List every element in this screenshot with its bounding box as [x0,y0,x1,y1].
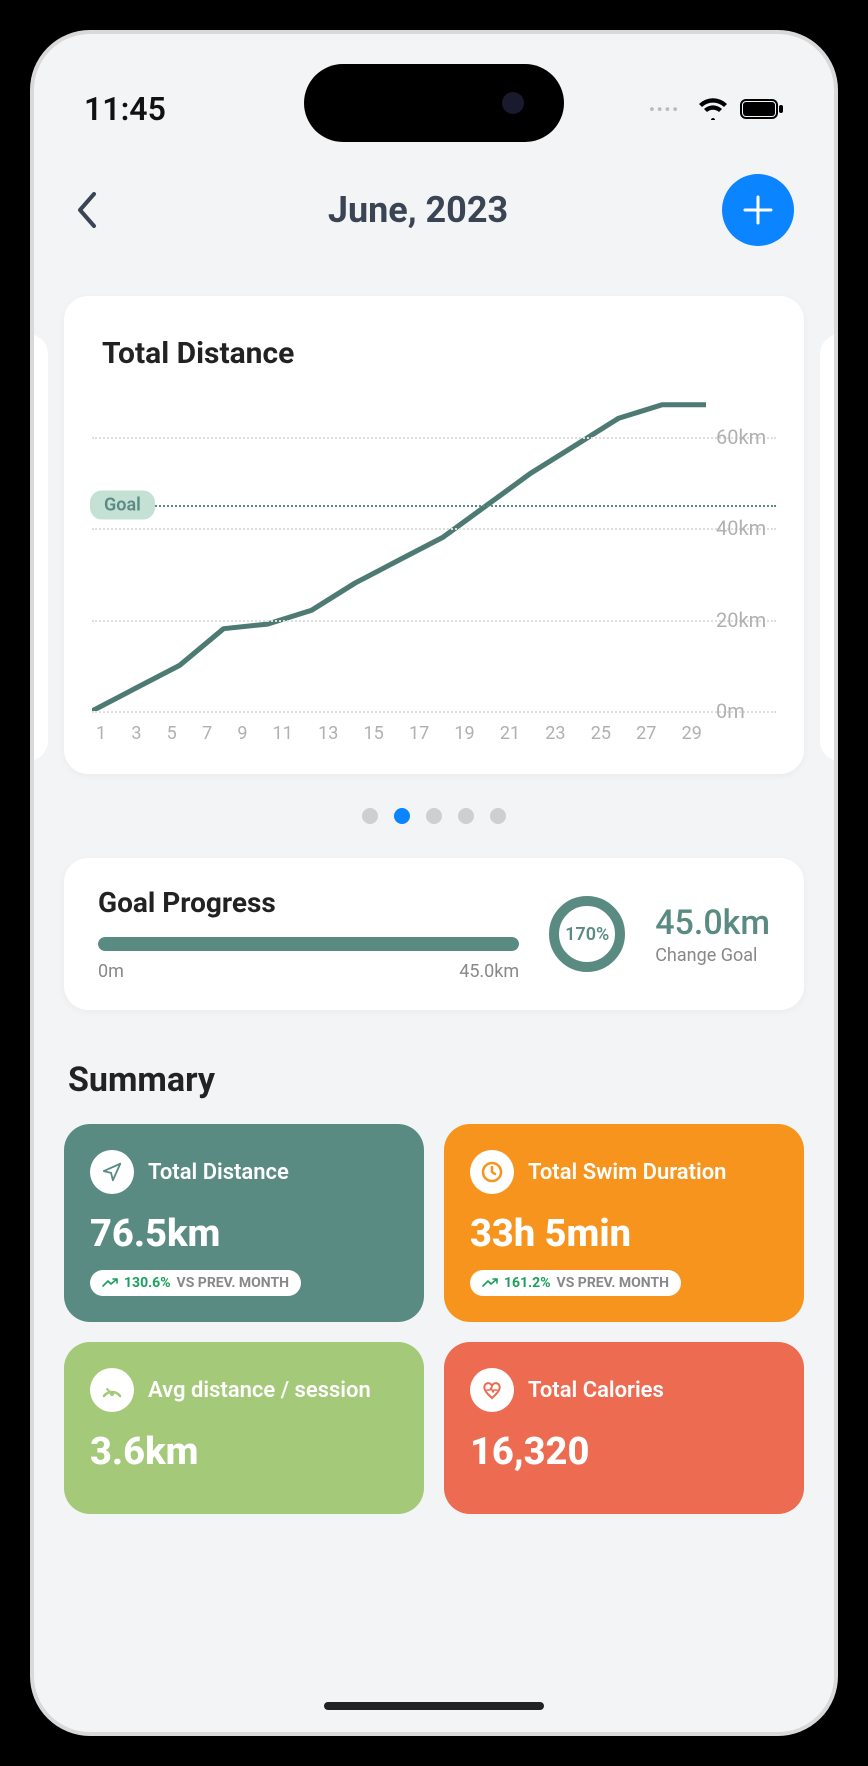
page-title: June, 2023 [328,189,508,231]
trend-up-icon [102,1278,118,1288]
pager-dot[interactable] [394,808,410,824]
x-tick: 7 [202,723,212,744]
cellular-icon: •••• [649,100,680,119]
summary-heading: Summary [68,1060,800,1100]
carousel-peek-right[interactable] [820,334,838,761]
x-tick: 13 [318,723,338,744]
goal-ring: 170% [549,896,625,972]
x-tick: 3 [131,723,141,744]
line-chart [92,391,706,711]
x-tick: 29 [682,723,702,744]
clock-icon [470,1150,514,1194]
home-indicator[interactable] [324,1702,544,1710]
progress-min: 0m [98,961,124,982]
wifi-icon [698,90,728,128]
x-tick: 9 [237,723,247,744]
chart-title: Total Distance [92,336,776,371]
goal-title: Goal Progress [98,886,519,919]
tile-label: Avg distance / session [148,1378,371,1403]
x-tick: 5 [167,723,177,744]
tile-label: Total Calories [528,1378,664,1403]
progress-bar [98,937,519,951]
x-tick: 27 [636,723,656,744]
tile-trend-badge: 130.6% VS PREV. MONTH [90,1270,301,1296]
goal-percent: 170% [565,924,609,945]
tile-label: Total Swim Duration [528,1160,726,1185]
pager-dot[interactable] [458,808,474,824]
x-tick: 15 [364,723,384,744]
tile-value: 3.6km [90,1430,398,1474]
total-distance-card[interactable]: Total Distance 0m20km40km60km Goal 13579… [64,296,804,774]
goal-marker: Goal [90,491,155,520]
tile-total-calories[interactable]: Total Calories 16,320 [444,1342,804,1514]
tile-avg-distance[interactable]: Avg distance / session 3.6km [64,1342,424,1514]
device-frame: 11:45 •••• June, 2023 Total Distance 0m2… [30,30,838,1736]
tile-swim-duration[interactable]: Total Swim Duration 33h 5min 161.2% VS P… [444,1124,804,1322]
tile-trend-badge: 161.2% VS PREV. MONTH [470,1270,681,1296]
goal-value: 45.0km [655,903,770,943]
plus-icon [741,193,775,227]
x-tick: 23 [545,723,565,744]
x-tick: 21 [500,723,520,744]
battery-icon [740,90,784,128]
tile-value: 16,320 [470,1430,778,1474]
back-button[interactable] [74,190,114,230]
add-button[interactable] [722,174,794,246]
pager-dot[interactable] [490,808,506,824]
carousel-peek-left[interactable] [30,334,48,761]
page-indicator[interactable] [34,808,834,824]
device-notch [304,64,564,142]
chart-x-axis: 1357911131517192123252729 [92,723,706,744]
pager-dot[interactable] [426,808,442,824]
pager-dot[interactable] [362,808,378,824]
summary-grid: Total Distance 76.5km 130.6% VS PREV. MO… [64,1124,804,1514]
x-tick: 19 [454,723,474,744]
trend-up-icon [482,1278,498,1288]
x-tick: 17 [409,723,429,744]
tile-value: 76.5km [90,1212,398,1256]
tile-value: 33h 5min [470,1212,778,1256]
goal-progress-card: Goal Progress 0m 45.0km 170% 45.0km Chan… [64,858,804,1010]
tile-label: Total Distance [148,1160,289,1185]
status-time: 11:45 [84,90,166,128]
status-icons: •••• [649,90,784,128]
change-goal-link[interactable]: Change Goal [655,945,770,966]
x-tick: 11 [273,723,293,744]
progress-max: 45.0km [459,961,519,982]
heart-icon [470,1368,514,1412]
x-tick: 1 [96,723,106,744]
chart-area: 0m20km40km60km Goal [92,391,706,711]
tile-total-distance[interactable]: Total Distance 76.5km 130.6% VS PREV. MO… [64,1124,424,1322]
gauge-icon [90,1368,134,1412]
navigation-icon [90,1150,134,1194]
x-tick: 25 [591,723,611,744]
